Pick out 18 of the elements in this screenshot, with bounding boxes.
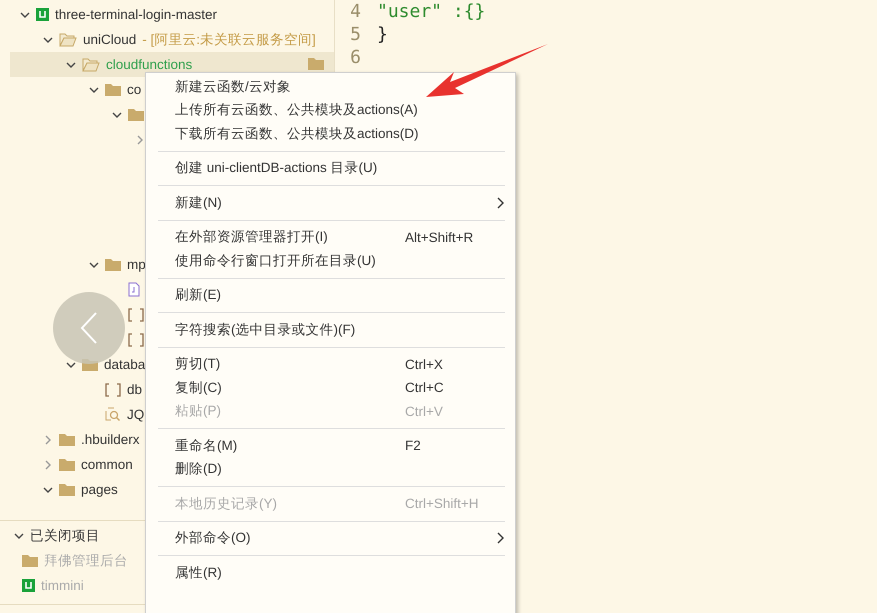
tree-item-label: uniCloud [83, 32, 136, 47]
line-number: 6 [349, 47, 361, 68]
tree-item-label: JQ [127, 407, 144, 422]
tree-item-label: three-terminal-login-master [55, 7, 218, 22]
section-title: 已关闭项目 [30, 526, 100, 544]
tree-item-label: .hbuilderx [81, 432, 140, 447]
tree-item-label: pages [81, 482, 118, 497]
cloud-space-note: - [阿里云:未关联云服务空间] [142, 30, 316, 48]
code-text: "user" :{} [377, 1, 486, 22]
tree-item-label: cloudfunctions [106, 57, 192, 72]
tree-item-label: mp [127, 257, 146, 272]
line-number: 5 [349, 24, 361, 45]
line-number: 4 [349, 1, 361, 22]
tree-item-label: databa [104, 357, 146, 372]
tree-item-label: co [127, 82, 142, 97]
tree-item-label: db [127, 382, 142, 397]
tree-item-label: common [81, 457, 133, 472]
code-text: } [377, 24, 388, 45]
